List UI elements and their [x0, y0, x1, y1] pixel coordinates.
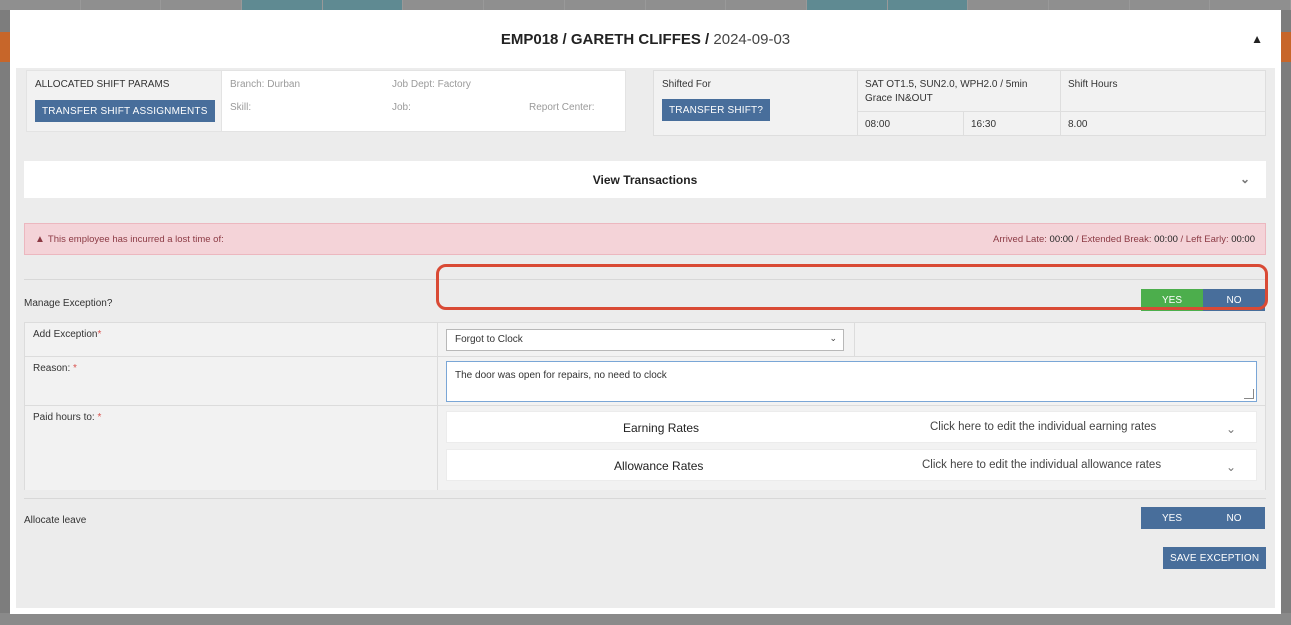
- warning-icon: ▲: [35, 233, 45, 245]
- allocated-shift-params: ALLOCATED SHIFT PARAMS TRANSFER SHIFT AS…: [26, 70, 626, 132]
- allocate-leave-label: Allocate leave: [24, 515, 87, 526]
- add-exception-value: Forgot to Clock: [455, 334, 523, 345]
- warning-icon[interactable]: ▲: [1251, 32, 1263, 46]
- shift-hours-value: 8.00: [1068, 119, 1088, 130]
- shift-code-line2: Grace IN&OUT: [865, 93, 933, 104]
- arrived-late-value: 00:00: [1049, 233, 1074, 245]
- shifted-for-label: Shifted For: [662, 79, 711, 90]
- lost-time-message: This employee has incurred a lost time o…: [47, 233, 224, 245]
- allocated-shift-label-cell: ALLOCATED SHIFT PARAMS TRANSFER SHIFT AS…: [27, 71, 222, 131]
- add-exception-label-cell: Add Exception*: [25, 323, 438, 357]
- shift-params-panel: ALLOCATED SHIFT PARAMS TRANSFER SHIFT AS…: [16, 68, 1275, 152]
- job-dept-value: Job Dept: Factory: [392, 79, 471, 90]
- shift-hours-label: Shift Hours: [1068, 79, 1118, 90]
- exception-form: Add Exception* Forgot to Clock ⌄ Reason:…: [24, 322, 1266, 490]
- paid-hours-label-cell: Paid hours to: *: [25, 406, 438, 490]
- allocated-shift-label: ALLOCATED SHIFT PARAMS: [35, 79, 170, 90]
- add-exception-label: Add Exception: [33, 329, 98, 340]
- manage-exception-label: Manage Exception?: [24, 298, 113, 309]
- lost-time-alert: ▲ This employee has incurred a lost time…: [24, 223, 1266, 255]
- report-center-value: Report Center:: [529, 102, 595, 113]
- transfer-shift-button[interactable]: TRANSFER SHIFT?: [662, 99, 771, 121]
- shift-date: 2024-09-03: [713, 30, 791, 48]
- allowance-rates-hint: Click here to edit the individual allowa…: [922, 459, 1162, 471]
- allowance-rates-title: Allowance Rates: [614, 459, 704, 473]
- shift-details: Shifted For TRANSFER SHIFT? SAT OT1.5, S…: [653, 70, 1266, 136]
- lost-time-summary: Arrived Late: 00:00 / Extended Break: 00…: [993, 234, 1255, 245]
- modal-header: EMP018 / GARETH CLIFFES / 2024-09-03 ▲: [10, 10, 1281, 68]
- exception-modal: EMP018 / GARETH CLIFFES / 2024-09-03 ▲ A…: [10, 10, 1281, 614]
- required-mark: *: [97, 412, 102, 423]
- paid-hours-cell: Earning Rates Click here to edit the ind…: [438, 406, 1265, 490]
- reason-label: Reason:: [33, 363, 74, 374]
- view-transactions-toggle[interactable]: View Transactions ⌄: [24, 161, 1266, 198]
- paid-hours-label: Paid hours to:: [33, 412, 98, 423]
- modal-title: EMP018 / GARETH CLIFFES / 2024-09-03: [501, 31, 790, 48]
- reason-label-cell: Reason: *: [25, 357, 438, 406]
- shift-end-time: 16:30: [971, 119, 997, 130]
- job-value: Job:: [392, 102, 411, 113]
- extended-break-value: 00:00: [1154, 233, 1178, 245]
- background-tag-right: [1281, 32, 1291, 62]
- shift-code-line1: SAT OT1.5, SUN2.0, WPH2.0 / 5min: [865, 79, 1028, 90]
- shift-start-time: 08:00: [865, 119, 891, 130]
- resize-handle-icon[interactable]: [1244, 389, 1254, 399]
- background-tag-left: [0, 32, 10, 62]
- employee-id-name: EMP018 / GARETH CLIFFES /: [500, 30, 710, 48]
- allowance-rates-accordion[interactable]: Allowance Rates Click here to edit the i…: [446, 449, 1257, 481]
- divider: [24, 498, 1266, 499]
- required-mark: *: [73, 363, 77, 374]
- skill-value: Skill:: [230, 102, 252, 113]
- allocate-leave-yes-button[interactable]: YES: [1141, 507, 1203, 529]
- required-mark: *: [97, 329, 102, 340]
- add-exception-cell: Forgot to Clock ⌄: [438, 323, 1265, 357]
- earning-rates-hint: Click here to edit the individual earnin…: [930, 421, 1157, 433]
- view-transactions-label: View Transactions: [592, 172, 698, 187]
- empty-cell: [854, 323, 1265, 356]
- extended-break-label: / Extended Break:: [1073, 233, 1155, 245]
- allocate-leave-toggle: YES NO: [1141, 507, 1265, 529]
- chevron-down-icon: ⌄: [1239, 172, 1250, 186]
- left-early-label: / Left Early:: [1177, 233, 1232, 245]
- background-column-headers: [0, 0, 1291, 10]
- branch-value: Branch: Durban: [230, 79, 301, 90]
- earning-rates-title: Earning Rates: [623, 421, 700, 435]
- reason-textarea[interactable]: The door was open for repairs, no need t…: [446, 361, 1257, 402]
- chevron-down-icon: ⌄: [1225, 460, 1236, 474]
- reason-cell: The door was open for repairs, no need t…: [438, 357, 1265, 406]
- add-exception-select[interactable]: Forgot to Clock ⌄: [446, 329, 844, 351]
- background-footer: [0, 613, 1291, 625]
- earning-rates-highlight: [436, 264, 1268, 310]
- chevron-down-icon: ⌄: [829, 333, 837, 343]
- allocate-leave-no-button[interactable]: NO: [1203, 507, 1265, 529]
- reason-value: The door was open for repairs, no need t…: [455, 370, 667, 381]
- save-exception-button[interactable]: SAVE EXCEPTION: [1163, 547, 1267, 569]
- arrived-late-label: Arrived Late:: [993, 233, 1050, 245]
- exception-content: View Transactions ⌄ ▲ This employee has …: [16, 152, 1275, 608]
- transfer-shift-assignments-button[interactable]: TRANSFER SHIFT ASSIGNMENTS: [35, 100, 215, 122]
- left-early-value: 00:00: [1231, 233, 1255, 245]
- chevron-down-icon: ⌄: [1225, 422, 1236, 436]
- earning-rates-accordion[interactable]: Earning Rates Click here to edit the ind…: [446, 411, 1257, 443]
